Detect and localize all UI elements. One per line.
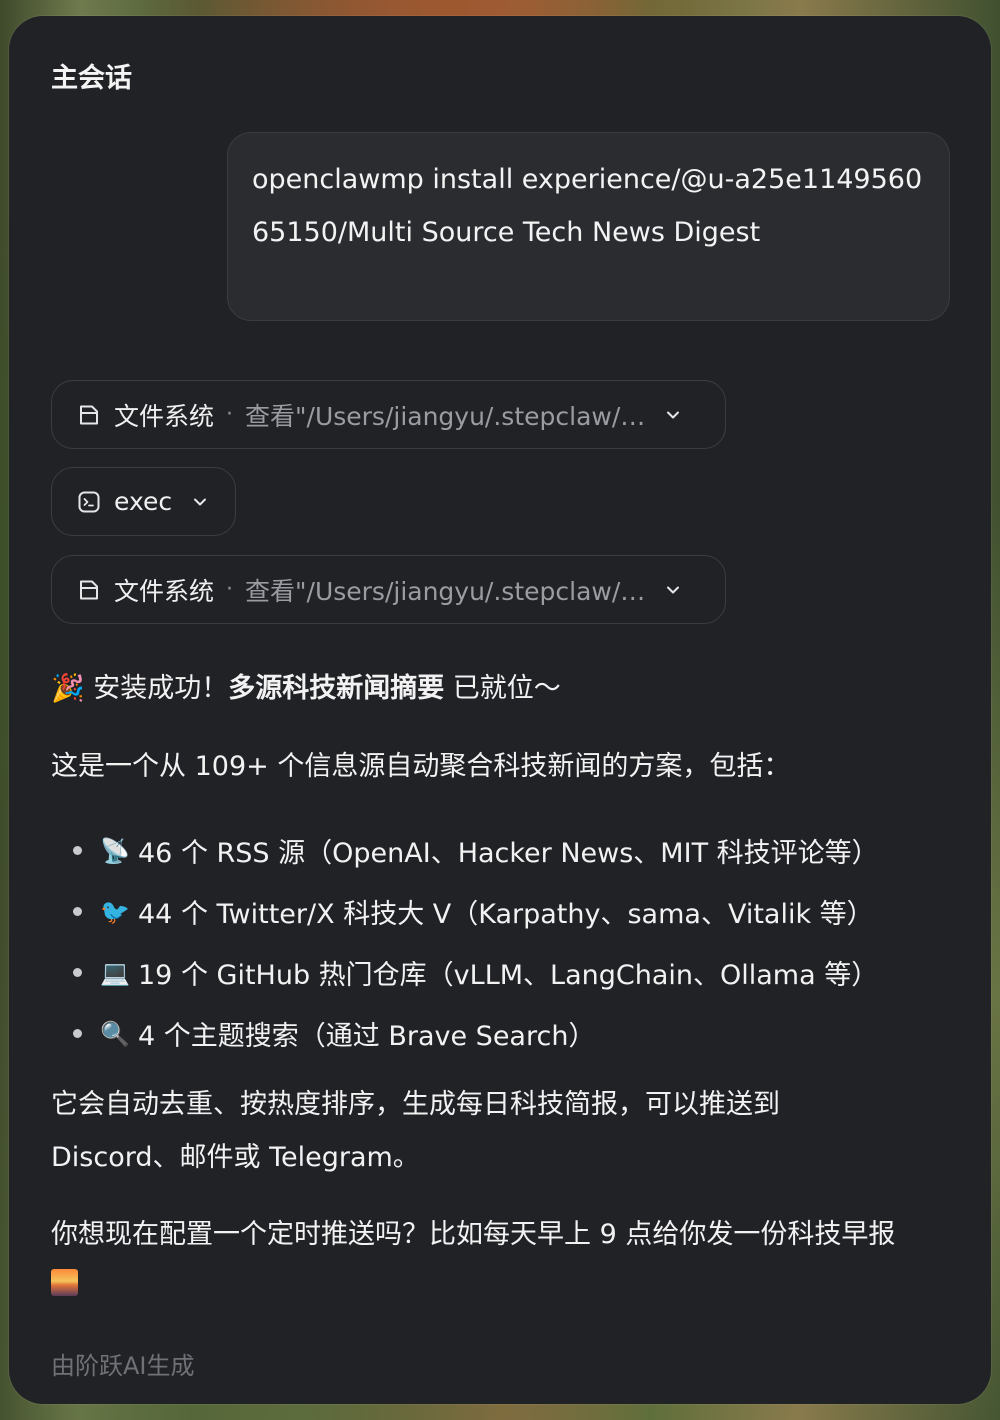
tool-detail: 查看"/Users/jiangyu/.stepclaw/… — [245, 401, 646, 431]
tool-call-filesystem-2[interactable]: 文件系统 · 查看"/Users/jiangyu/.stepclaw/… — [51, 555, 726, 624]
user-message-bubble: openclawmp install experience/@u-a25e114… — [227, 132, 950, 321]
tool-separator: · — [226, 402, 234, 427]
bird-icon: 🐦 — [100, 897, 130, 926]
list-item: 🔍 4 个主题搜索（通过 Brave Search） — [73, 1003, 933, 1064]
list-item-text: 4 个主题搜索（通过 Brave Search） — [138, 1021, 596, 1052]
magnifier-icon: 🔍 — [100, 1019, 130, 1048]
bullet — [73, 846, 82, 855]
list-item-text: 19 个 GitHub 热门仓库（vLLM、LangChain、Ollama 等… — [138, 960, 879, 991]
question-text: 你想现在配置一个定时推送吗？比如每天早上 9 点给你发一份科技早报 — [51, 1219, 896, 1250]
headline-suffix: 已就位～ — [444, 673, 561, 704]
assistant-paragraph-2: 它会自动去重、按热度排序，生成每日科技简报，可以推送到 Discord、邮件或 … — [51, 1089, 780, 1173]
chevron-down-icon[interactable] — [663, 580, 683, 600]
tool-name: 文件系统 — [114, 401, 215, 431]
chevron-down-icon[interactable] — [190, 492, 210, 512]
headline-prefix: 🎉 安装成功！ — [51, 673, 229, 704]
file-icon — [80, 405, 98, 424]
tool-name: exec — [114, 487, 173, 516]
chevron-down-icon[interactable] — [663, 405, 683, 425]
file-icon — [80, 580, 98, 599]
list-item-text: 44 个 Twitter/X 科技大 V（Karpathy、sama、Vital… — [138, 899, 874, 930]
list-item: 🐦 44 个 Twitter/X 科技大 V（Karpathy、sama、Vit… — [73, 881, 933, 942]
list-item: 📡 46 个 RSS 源（OpenAI、Hacker News、MIT 科技评论… — [73, 820, 933, 881]
assistant-headline: 🎉 安装成功！多源科技新闻摘要 已就位～ — [51, 666, 951, 705]
generated-by-footer: 由阶跃AI生成 — [51, 1352, 195, 1380]
list-item-text: 46 个 RSS 源（OpenAI、Hacker News、MIT 科技评论等） — [138, 838, 879, 869]
satellite-dish-icon: 📡 — [100, 836, 130, 865]
window-title: 主会话 — [51, 63, 132, 94]
tool-call-exec[interactable]: exec — [51, 467, 236, 536]
assistant-intro: 这是一个从 109+ 个信息源自动聚合科技新闻的方案，包括： — [51, 751, 791, 782]
chat-window: 主会话 openclawmp install experience/@u-a25… — [9, 16, 991, 1404]
tool-call-filesystem-1[interactable]: 文件系统 · 查看"/Users/jiangyu/.stepclaw/… — [51, 380, 726, 449]
tool-name: 文件系统 — [114, 576, 215, 606]
tool-detail: 查看"/Users/jiangyu/.stepclaw/… — [245, 576, 646, 606]
headline-bold: 多源科技新闻摘要 — [228, 673, 445, 704]
list-item: 💻 19 个 GitHub 热门仓库（vLLM、LangChain、Ollama… — [73, 942, 933, 1003]
bullet — [73, 1029, 82, 1038]
assistant-paragraph-3: 你想现在配置一个定时推送吗？比如每天早上 9 点给你发一份科技早报 — [51, 1208, 951, 1296]
bullet — [73, 907, 82, 916]
laptop-icon: 💻 — [100, 958, 130, 987]
bullet — [73, 968, 82, 977]
sunrise-icon — [51, 1269, 78, 1296]
tool-separator: · — [226, 577, 234, 602]
terminal-icon — [78, 491, 100, 512]
source-list: 📡 46 个 RSS 源（OpenAI、Hacker News、MIT 科技评论… — [73, 820, 933, 1064]
